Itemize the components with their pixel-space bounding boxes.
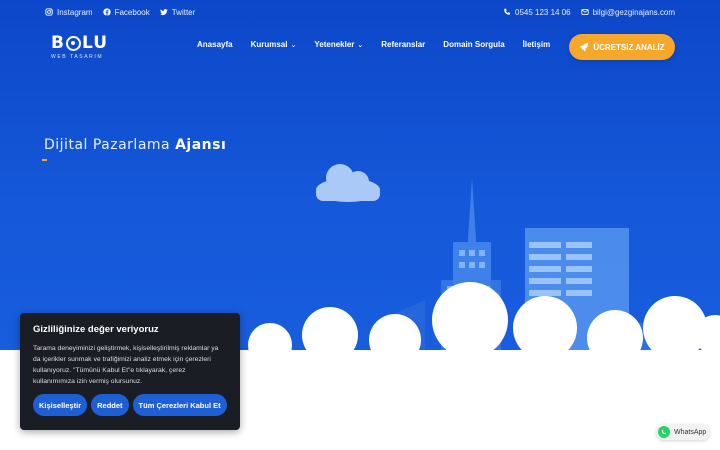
logo-o-icon [65,35,81,51]
facebook-label: Facebook [114,7,150,17]
contact-info: 0545 123 14 06 bilgi@gezginajans.com [503,8,675,17]
top-bar: Instagram Facebook Twitter 0545 123 14 0… [0,0,720,24]
accept-all-button[interactable]: Tüm Çerezleri Kabul Et [132,394,227,416]
whatsapp-icon [658,426,670,438]
nav-item-anasayfa[interactable]: Anasayfa [197,40,233,49]
instagram-link[interactable]: Instagram [45,8,93,17]
rocket-icon [580,42,589,52]
facebook-icon [102,8,111,16]
nav-item-referanslar[interactable]: Referanslar [381,40,425,49]
free-analysis-button[interactable]: ÜCRETSİZ ANALİZ [569,34,675,60]
logo-text-left: B [51,33,65,53]
nav-item-kurumsal[interactable]: Kurumsal ⌄ [251,40,297,49]
free-analysis-label: ÜCRETSİZ ANALİZ [593,42,665,52]
social-links: Instagram Facebook Twitter [45,8,195,17]
whatsapp-label: WhatsApp [674,428,707,436]
phone-link[interactable]: 0545 123 14 06 [503,8,571,17]
hero-title-light: Dijital Pazarlama [44,137,176,153]
nav-label: İletişim [522,40,551,49]
phone-icon [504,8,511,15]
cookie-consent-dialog: Gizliliğinize değer veriyoruz Tarama den… [20,313,240,430]
nav-label: Referanslar [381,40,426,49]
phone-number: 0545 123 14 06 [515,7,571,17]
nav-label: Domain Sorgula [443,40,505,49]
twitter-label: Twitter [171,7,196,17]
nav-item-domain-sorgula[interactable]: Domain Sorgula [443,40,504,49]
nav-label: Kurumsal [250,40,288,49]
email-link[interactable]: bilgi@gezginajans.com [580,7,675,17]
nav-label: Yetenekler [314,40,355,49]
logo-subtitle: WEB TASARIM [51,54,104,60]
hero-title-bold: Ajansı [175,137,227,153]
hero-title: Dijital Pazarlama Ajansı [44,137,226,153]
nav-item-iletisim[interactable]: İletişim [523,40,551,49]
cookie-text: Tarama deneyiminizi geliştirmek, kişisel… [33,345,219,385]
twitter-link[interactable]: Twitter [159,7,196,17]
cookie-buttons: Kişiselleştir Reddet Tüm Çerezleri Kabul… [33,394,227,416]
logo-wordmark: B LU [51,33,121,53]
floating-cloud [316,164,380,202]
instagram-label: Instagram [57,7,93,17]
cookie-title: Gizliliğinize değer veriyoruz [33,324,159,335]
email-address: bilgi@gezginajans.com [592,7,675,17]
facebook-link[interactable]: Facebook [102,7,150,17]
logo-text-right: LU [81,33,108,53]
chevron-down-icon: ⌄ [290,41,297,49]
twitter-icon [159,9,168,16]
envelope-icon [580,9,589,15]
instagram-icon [45,8,53,16]
reject-button[interactable]: Reddet [91,394,129,416]
site-logo[interactable]: B LU WEB TASARIM [51,33,121,63]
main-nav: Anasayfa Kurumsal ⌄ Yetenekler ⌄ Referansl… [197,40,550,49]
nav-item-yetenekler[interactable]: Yetenekler ⌄ [314,40,363,49]
nav-label: Anasayfa [197,40,233,49]
chevron-down-icon: ⌄ [357,41,364,49]
whatsapp-button[interactable]: WhatsApp [656,424,710,440]
customize-button[interactable]: Kişiselleştir [33,394,88,416]
